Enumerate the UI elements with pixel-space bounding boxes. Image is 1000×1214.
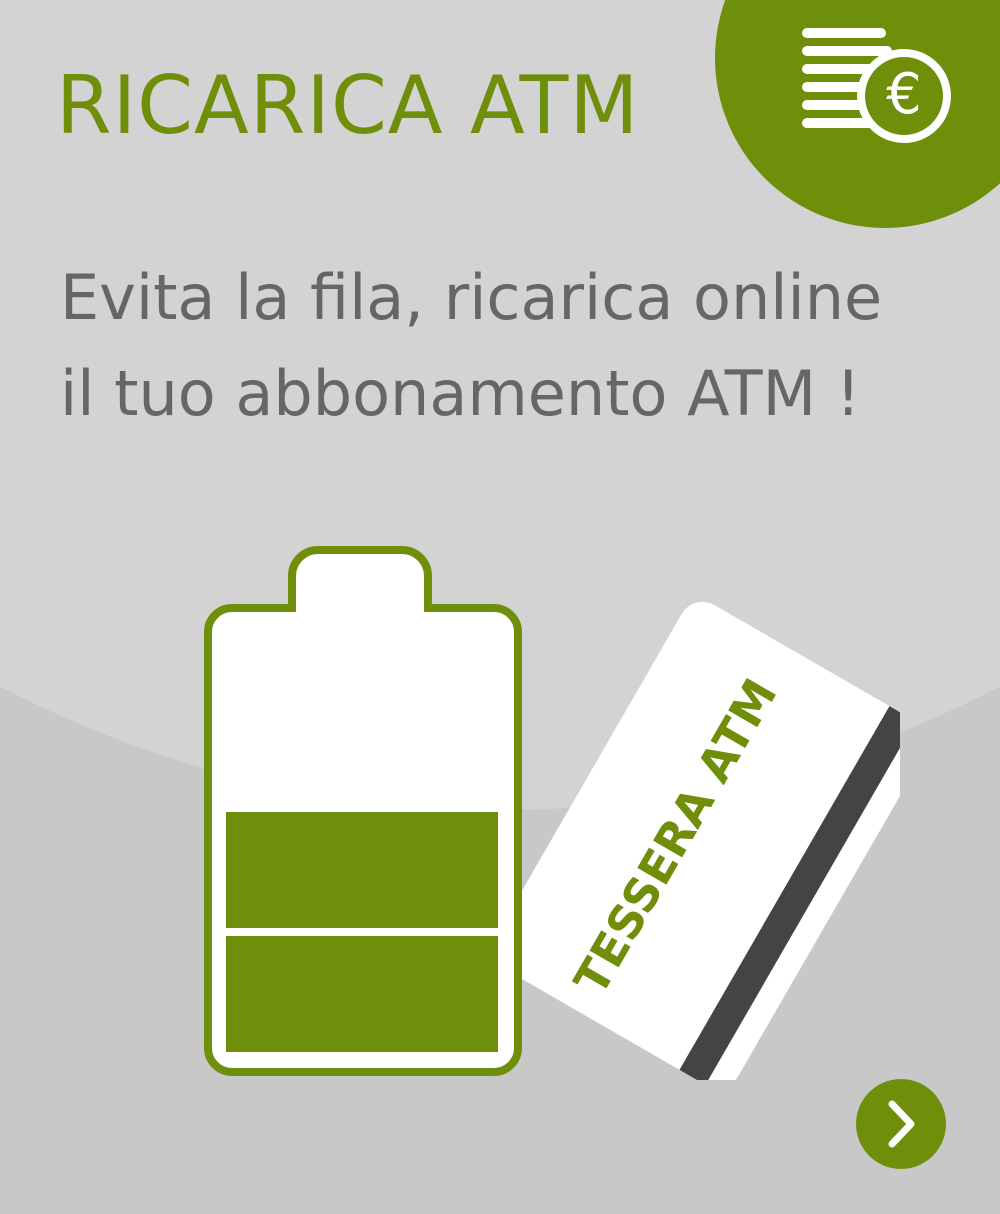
coins-euro-icon: € [802,28,951,143]
page-title: RICARICA ATM [56,59,640,152]
battery-icon [204,546,522,1076]
next-button[interactable] [856,1079,946,1169]
promo-text: Evita la fila, ricarica online il tuo ab… [60,250,882,442]
promo-line-2: il tuo abbonamento ATM ! [60,357,861,430]
ricarica-atm-banner[interactable]: € RICARICA ATM Evita la fila, ricarica o… [0,0,1000,1214]
transit-card-icon: TESSERA ATM [492,601,900,1080]
promo-line-1: Evita la fila, ricarica online [60,261,883,334]
recharge-illustration: TESSERA ATM [204,546,900,1080]
chevron-right-icon [888,1100,915,1148]
svg-text:€: € [886,62,922,127]
